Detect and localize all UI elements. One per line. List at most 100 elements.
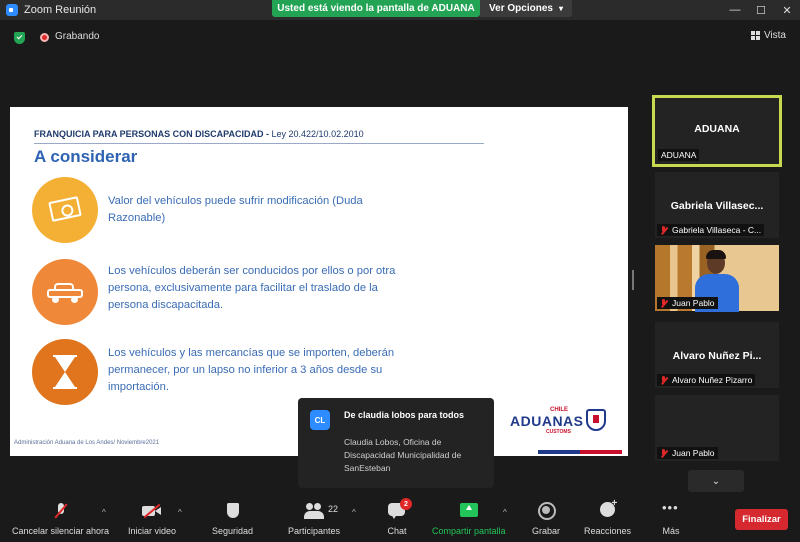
- slide-item: Valor del vehículos puede sufrir modific…: [32, 177, 452, 247]
- money-icon: [48, 196, 82, 222]
- slide-item-circle: [32, 339, 98, 405]
- slide-divider: [34, 143, 484, 144]
- avatar: CL: [310, 410, 330, 430]
- slide-item-text: Valor del vehículos puede sufrir modific…: [108, 195, 363, 224]
- shield-icon: [222, 502, 244, 520]
- reactions-label: Reacciones: [584, 526, 632, 536]
- participant-name-label: Alvaro Nuñez Pizarro: [657, 374, 756, 386]
- slide-heading: A considerar: [34, 147, 138, 166]
- participant-tile[interactable]: Alvaro Nuñez Pi... Alvaro Nuñez Pizarro: [655, 322, 779, 388]
- meeting-toolbar: Cancelar silenciar ahora ^ Iniciar video…: [0, 494, 800, 542]
- video-camera-off-icon: [141, 502, 163, 520]
- share-options-caret[interactable]: ^: [503, 508, 507, 517]
- microphone-muted-icon: [50, 502, 72, 520]
- window-controls: — ☐ ✕: [722, 0, 800, 20]
- slide-item-circle: [32, 177, 98, 243]
- record-icon: [535, 502, 557, 520]
- participants-icon: [303, 502, 325, 520]
- share-screen-label: Compartir pantalla: [432, 526, 506, 536]
- audio-options-caret[interactable]: ^: [102, 508, 106, 517]
- slide-footer: Administración Aduana de Los Andes/ Novi…: [14, 440, 160, 446]
- chat-unread-badge: 2: [400, 498, 412, 510]
- more-dots-icon: [660, 500, 682, 520]
- close-button[interactable]: ✕: [774, 0, 800, 20]
- mic-muted-icon: [660, 375, 667, 385]
- participant-name: Juan Pablo: [672, 298, 715, 308]
- participant-center-name: ADUANA: [694, 123, 740, 135]
- participant-name-label: Gabriela Villaseca - C...: [657, 224, 765, 236]
- unmute-label: Cancelar silenciar ahora: [12, 526, 110, 536]
- mic-muted-icon: [660, 448, 667, 458]
- security-label: Seguridad: [212, 526, 254, 536]
- mic-muted-icon: [660, 225, 667, 235]
- participant-name-label: Juan Pablo: [657, 297, 718, 309]
- participant-center-name: Alvaro Nuñez Pi...: [672, 350, 762, 362]
- participant-center-name: Gabriela Villasec...: [670, 200, 764, 212]
- participant-tile[interactable]: Gabriela Villasec... Gabriela Villaseca …: [655, 172, 779, 238]
- chat-icon: 2: [386, 498, 412, 520]
- minimize-button[interactable]: —: [722, 0, 748, 20]
- chat-notification[interactable]: CL De claudia lobos para todos Claudia L…: [298, 398, 494, 488]
- scroll-down-button[interactable]: ⌄: [688, 470, 744, 492]
- view-options-label: Ver Opciones: [489, 3, 553, 14]
- view-label: Vista: [763, 30, 786, 41]
- chat-sender: De claudia lobos para todos: [344, 410, 465, 420]
- seal-icon: [586, 409, 606, 431]
- view-options-button[interactable]: Ver Opciones ▾: [480, 0, 572, 17]
- slide-item-text: Los vehículos y las mercancías que se im…: [108, 347, 395, 393]
- recording-icon: [40, 33, 49, 42]
- unmute-button[interactable]: Cancelar silenciar ahora: [12, 502, 109, 536]
- slide-item-text: Los vehículos deberán ser conducidos por…: [108, 265, 396, 311]
- hourglass-icon: [53, 355, 77, 389]
- panel-resize-handle[interactable]: [632, 270, 634, 290]
- slide-header: FRANQUICIA PARA PERSONAS CON DISCAPACIDA…: [34, 129, 364, 139]
- start-video-button[interactable]: Iniciar video: [128, 502, 176, 536]
- more-button[interactable]: Más: [660, 500, 682, 536]
- maximize-button[interactable]: ☐: [748, 0, 774, 20]
- end-meeting-button[interactable]: Finalizar: [735, 509, 788, 530]
- slide-item-circle: [32, 259, 98, 325]
- mic-muted-icon: [660, 298, 667, 308]
- participant-name: Gabriela Villaseca - C...: [672, 225, 762, 235]
- participant-name: Alvaro Nuñez Pizarro: [672, 375, 753, 385]
- record-label: Grabar: [532, 526, 561, 536]
- aduanas-logo: CHILE ADUANAS CUSTOMS: [510, 407, 610, 437]
- participant-name: Juan Pablo: [672, 448, 715, 458]
- encryption-shield-icon[interactable]: [14, 32, 25, 44]
- car-icon: [47, 283, 83, 303]
- chevron-down-icon: ▾: [558, 4, 563, 13]
- participant-tile[interactable]: Juan Pablo: [655, 245, 779, 312]
- reactions-button[interactable]: Reacciones: [584, 498, 632, 536]
- logo-customs-text: CUSTOMS: [546, 429, 571, 435]
- window-title: Zoom Reunión: [24, 4, 97, 16]
- participants-count: 22: [328, 504, 339, 514]
- view-button[interactable]: Vista: [750, 30, 786, 41]
- chat-label: Chat: [387, 526, 407, 536]
- end-meeting-label: Finalizar: [742, 514, 781, 525]
- participants-options-caret[interactable]: ^: [352, 508, 356, 517]
- chat-button[interactable]: 2 Chat: [386, 498, 412, 536]
- screen-share-banner: Usted está viendo la pantalla de ADUANA: [272, 0, 480, 17]
- slide-header-law: Ley 20.422/10.02.2010: [269, 129, 364, 139]
- logo-name-text: ADUANAS: [510, 413, 584, 429]
- zoom-window: Zoom Reunión Usted está viendo la pantal…: [0, 0, 800, 542]
- security-button[interactable]: Seguridad: [212, 502, 253, 536]
- share-screen-button[interactable]: Compartir pantalla: [432, 502, 506, 536]
- participant-name-label: ADUANA: [658, 149, 700, 161]
- participant-name-label: Juan Pablo: [657, 447, 718, 459]
- flag-strip: [538, 450, 622, 454]
- grid-icon: [750, 31, 760, 40]
- start-video-label: Iniciar video: [128, 526, 177, 536]
- record-button[interactable]: Grabar: [532, 502, 560, 536]
- recording-label: Grabando: [55, 31, 100, 42]
- video-options-caret[interactable]: ^: [178, 508, 182, 517]
- slide-item: Los vehículos deberán ser conducidos por…: [32, 259, 452, 329]
- screen-share-banner-text: Usted está viendo la pantalla de ADUANA: [277, 3, 475, 14]
- share-screen-icon: [458, 502, 480, 520]
- participant-tile[interactable]: ADUANA ADUANA: [652, 95, 782, 167]
- slide-header-bold: FRANQUICIA PARA PERSONAS CON DISCAPACIDA…: [34, 129, 270, 139]
- more-label: Más: [662, 526, 680, 536]
- chat-message: Claudia Lobos, Oficina de Discapacidad M…: [344, 437, 462, 473]
- chevron-down-icon: ⌄: [711, 475, 721, 487]
- participant-tile[interactable]: Juan Pablo: [655, 395, 779, 461]
